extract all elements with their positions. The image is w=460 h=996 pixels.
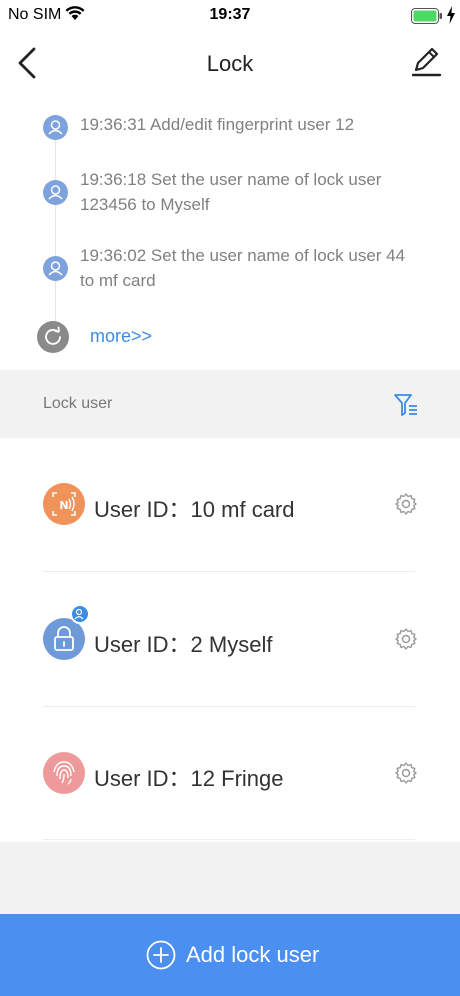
fingerprint-icon <box>43 752 85 794</box>
section-title: Lock user <box>43 395 113 412</box>
admin-badge-icon <box>70 604 90 624</box>
nfc-card-icon: N <box>43 483 85 525</box>
add-lock-user-label: Add lock user <box>186 942 320 967</box>
user-avatar-icon <box>43 180 68 205</box>
log-text: 19:36:02 Set the user name of lock user … <box>80 246 406 290</box>
divider <box>43 839 415 840</box>
add-lock-user-button[interactable]: Add lock user <box>0 914 460 996</box>
lock-user-list: N User ID：10 mf card User ID：2 Myself Us… <box>0 438 460 842</box>
gear-icon[interactable] <box>394 627 418 656</box>
gear-icon[interactable] <box>394 761 418 790</box>
user-label: User ID：10 mf card <box>94 497 295 522</box>
user-row[interactable]: N User ID：10 mf card <box>0 438 460 572</box>
user-row[interactable]: User ID：2 Myself <box>0 572 460 706</box>
user-row[interactable]: User ID：12 Fringe <box>0 707 460 841</box>
user-avatar-icon <box>43 115 68 140</box>
timeline-line <box>55 126 56 336</box>
user-avatar-icon <box>43 256 68 281</box>
lock-user-section-header: Lock user <box>0 370 460 438</box>
user-label: User ID：12 Fringe <box>94 766 284 791</box>
log-text: 19:36:18 Set the user name of lock user … <box>80 170 382 214</box>
status-time: 19:37 <box>209 6 251 23</box>
activity-log: 19:36:31 Add/edit fingerprint user 12 19… <box>0 96 460 370</box>
gear-icon[interactable] <box>394 492 418 521</box>
battery-icon <box>411 8 443 29</box>
edit-button[interactable] <box>410 44 442 83</box>
status-bar: No SIM 19:37 <box>0 0 460 34</box>
log-text: 19:36:31 Add/edit fingerprint user 12 <box>80 115 355 134</box>
svg-text:N: N <box>59 499 68 512</box>
list-footer-space <box>0 842 460 914</box>
plus-circle-icon <box>146 940 176 975</box>
lock-page: No SIM 19:37 Lock 19:36:31 Add/edit fing… <box>0 0 460 996</box>
nav-bar: Lock <box>0 34 460 96</box>
pencil-icon <box>411 47 442 77</box>
filter-button[interactable] <box>392 392 420 423</box>
charging-icon <box>446 6 456 29</box>
page-title: Lock <box>206 51 254 76</box>
more-link[interactable]: more>> <box>90 326 152 347</box>
filter-icon <box>394 394 417 416</box>
refresh-icon[interactable] <box>37 321 69 353</box>
user-label: User ID：2 Myself <box>94 632 273 657</box>
